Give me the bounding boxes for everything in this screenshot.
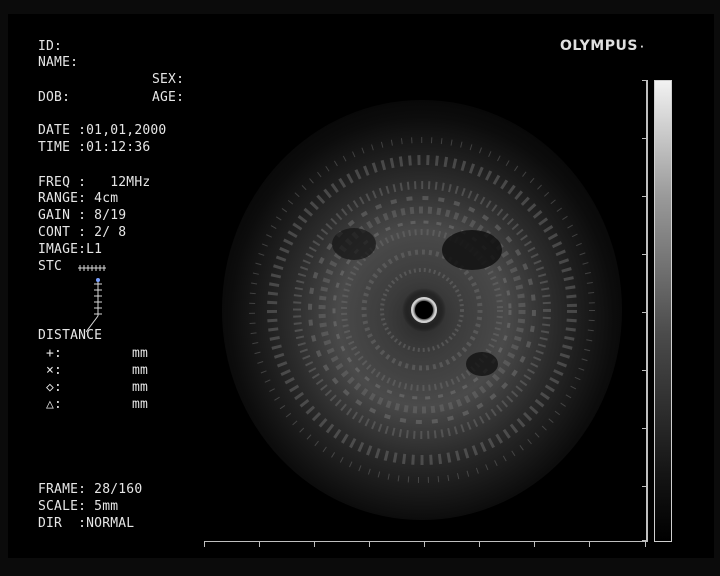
cont-setting: CONT : 2/ 8 xyxy=(38,225,127,240)
patient-age-label: AGE: xyxy=(152,90,185,105)
ultrasound-screen: ID: NAME: SEX: DOB: AGE: DATE :01,01,200… xyxy=(8,14,714,558)
frame-counter: FRAME: 28/160 xyxy=(38,482,143,497)
distance-row-triangle-unit: mm xyxy=(132,397,149,412)
logo-text: OLYMPUS xyxy=(560,38,638,54)
logo-dot: · xyxy=(639,42,645,53)
patient-id-label: ID: xyxy=(38,39,63,54)
direction-indicator: DIR :NORMAL xyxy=(38,516,135,531)
depth-axis xyxy=(642,80,648,542)
range-setting: RANGE: 4cm xyxy=(38,191,119,206)
patient-sex-label: SEX: xyxy=(152,72,185,87)
distance-row-diamond-symbol: ◇: xyxy=(46,380,63,395)
stc-curve-icon xyxy=(86,278,102,333)
study-date: DATE :01,01,2000 xyxy=(38,123,167,138)
scale-indicator: SCALE: 5mm xyxy=(38,499,119,514)
freq-setting: FREQ : 12MHz xyxy=(38,175,151,190)
distance-row-plus-unit: mm xyxy=(132,346,149,361)
grayscale-bar xyxy=(654,80,672,542)
image-setting: IMAGE:L1 xyxy=(38,242,103,257)
distance-row-diamond-unit: mm xyxy=(132,380,149,395)
stc-ruler-icon xyxy=(78,265,106,271)
horizontal-scale-axis xyxy=(204,541,646,547)
olympus-logo: OLYMPUS · xyxy=(560,38,644,54)
distance-row-x-unit: mm xyxy=(132,363,149,378)
distance-title: DISTANCE xyxy=(38,328,103,343)
ultrasound-image xyxy=(204,74,646,540)
distance-row-plus-symbol: +: xyxy=(46,346,63,361)
stc-label: STC xyxy=(38,259,63,274)
gain-setting: GAIN : 8/19 xyxy=(38,208,127,223)
patient-dob-label: DOB: xyxy=(38,90,71,105)
distance-row-triangle-symbol: △: xyxy=(46,397,63,412)
patient-name-label: NAME: xyxy=(38,55,79,70)
distance-row-x-symbol: ×: xyxy=(46,363,63,378)
study-time: TIME :01:12:36 xyxy=(38,140,151,155)
